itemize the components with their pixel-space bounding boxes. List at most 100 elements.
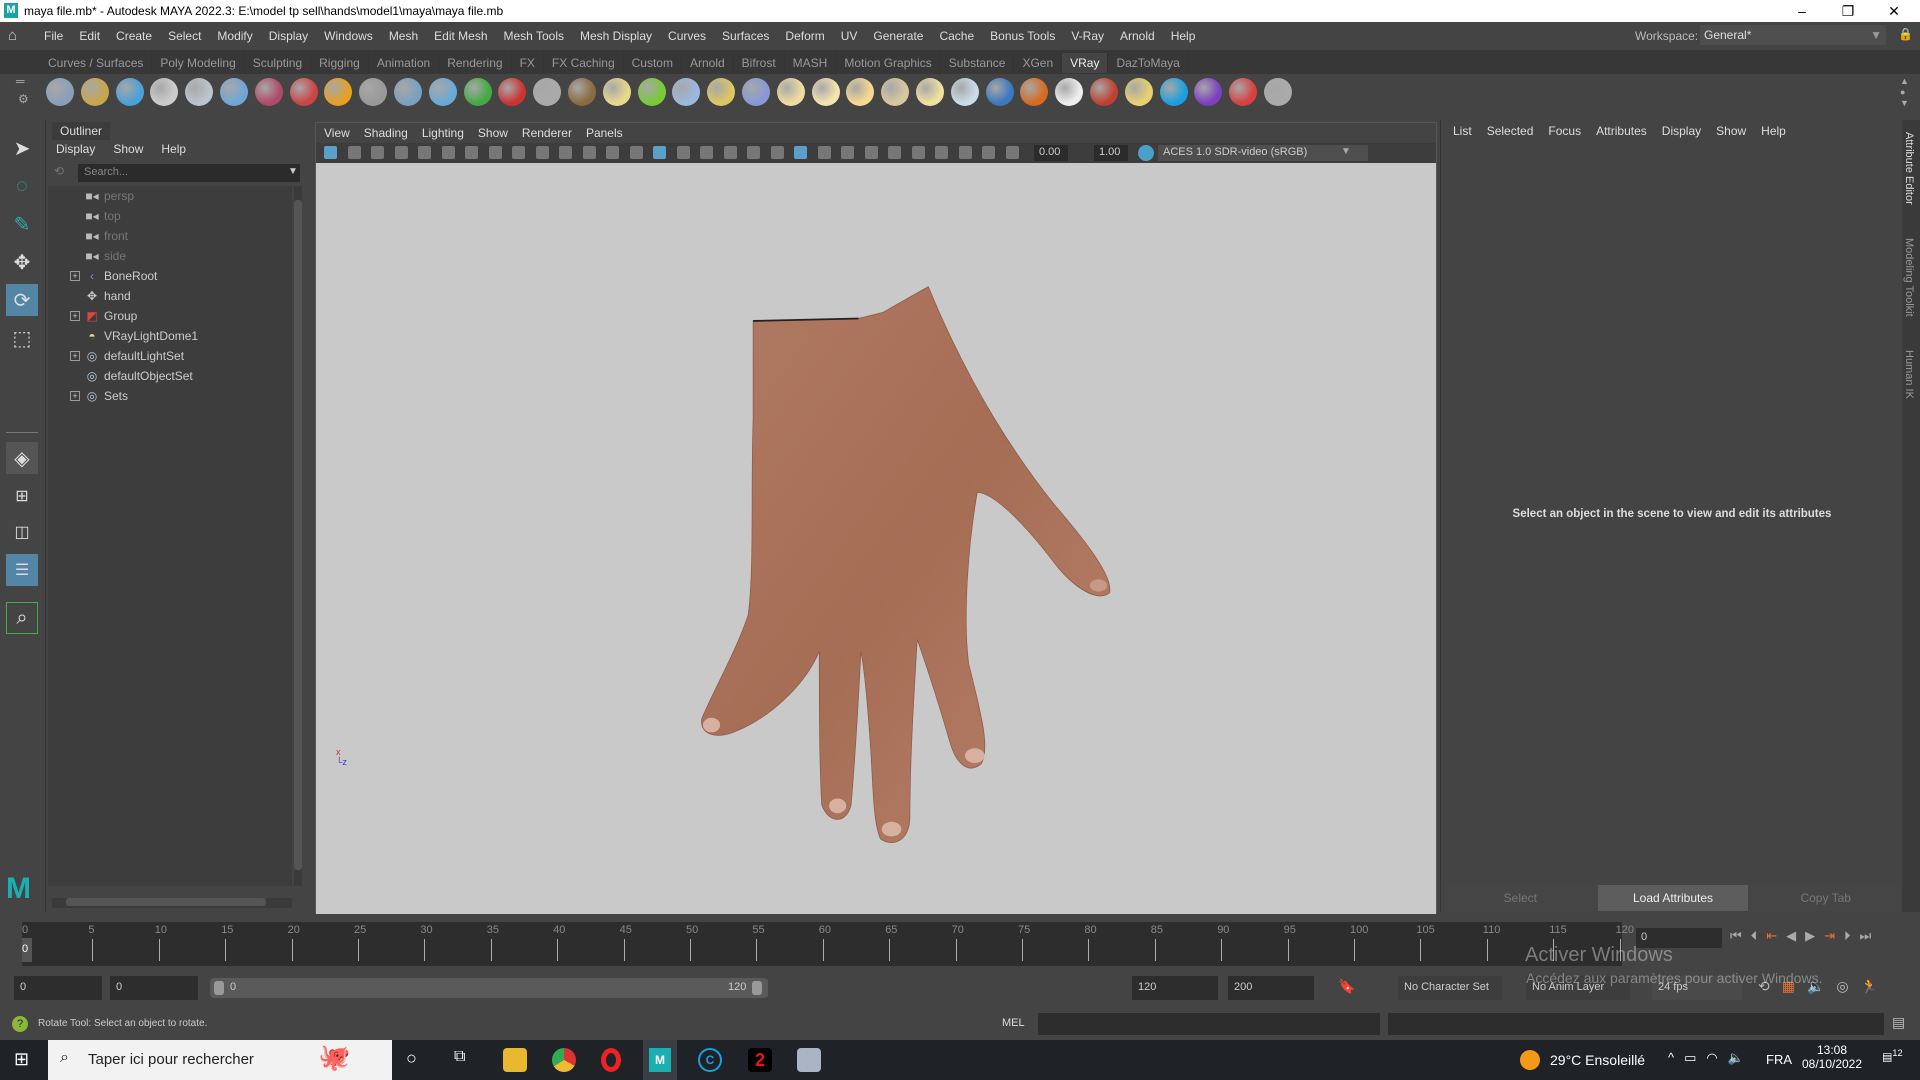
anim-start-field[interactable]: 0 [110, 976, 198, 1000]
paint-select-tool-icon[interactable]: ✎ [6, 208, 38, 240]
menu-cache[interactable]: Cache [931, 29, 982, 43]
ccleaner-icon[interactable]: C [698, 1048, 722, 1072]
tab-daztomaya[interactable]: DazToMaya [1108, 53, 1189, 73]
menu-bonus-tools[interactable]: Bonus Tools [982, 29, 1063, 43]
task-view-icon[interactable]: ⧉ [454, 1048, 465, 1066]
smooth-shade-icon[interactable] [653, 146, 666, 159]
menu-file[interactable]: File [36, 29, 71, 43]
command-language-label[interactable]: MEL [1002, 1017, 1025, 1029]
attribute-menu-focus[interactable]: Focus [1548, 124, 1581, 138]
single-pane-layout-icon[interactable]: ◈ [6, 442, 38, 474]
attribute-menu-list[interactable]: List [1453, 124, 1472, 138]
xray-components-icon[interactable] [935, 146, 948, 159]
chrome-icon[interactable] [552, 1048, 576, 1072]
fur-icon[interactable] [637, 78, 666, 106]
backface-icon[interactable] [958, 146, 972, 159]
outliner-item-side[interactable]: ■◂ side [48, 246, 288, 266]
outliner-vertical-scrollbar[interactable] [294, 186, 302, 886]
attribute-menu-help[interactable]: Help [1761, 124, 1786, 138]
field-chart-icon[interactable] [559, 146, 572, 159]
spot-light-icon[interactable] [811, 78, 840, 106]
restore-button[interactable]: ❐ [1828, 1, 1868, 21]
select-button[interactable]: Select [1445, 885, 1596, 911]
chevron-down-icon[interactable]: ▼ [288, 166, 298, 177]
scale-tool-icon[interactable]: ⬚ [6, 322, 38, 354]
copy-tab-button[interactable]: Copy Tab [1750, 885, 1902, 911]
outliner-item-defaultlightset[interactable]: + ◎ defaultLightSet [48, 346, 288, 366]
hand-model[interactable] [316, 163, 1436, 914]
menu-edit-mesh[interactable]: Edit Mesh [426, 29, 495, 43]
toon-icon[interactable] [1020, 78, 1049, 106]
wireframe-icon[interactable] [629, 146, 643, 159]
sphere-light-icon[interactable] [220, 78, 248, 106]
menu-uv[interactable]: UV [833, 29, 866, 43]
viewport-menu-shading[interactable]: Shading [364, 126, 408, 140]
shelf-menu-icon[interactable]: ═ [16, 74, 25, 88]
menu-create[interactable]: Create [108, 29, 160, 43]
load-attributes-button[interactable]: Load Attributes [1597, 885, 1749, 911]
lock-icon[interactable]: 🔒 [1898, 27, 1913, 41]
windows-start-icon[interactable]: ⊞ [14, 1049, 29, 1070]
range-end-handle[interactable] [752, 981, 762, 995]
home-icon[interactable]: ⌂ [8, 27, 17, 44]
next-key-icon[interactable]: ⇥ [1824, 928, 1835, 944]
tab-bifrost[interactable]: Bifrost [734, 53, 785, 73]
wifi-icon[interactable]: ◠ [1706, 1050, 1717, 1066]
filter-icon[interactable]: ⟲ [54, 164, 64, 178]
menu-display[interactable]: Display [261, 29, 316, 43]
isolate-select-icon[interactable] [864, 146, 878, 159]
viewport-menu-show[interactable]: Show [478, 126, 508, 140]
anim-end-field[interactable]: 120 [1132, 976, 1218, 1000]
ies-light-icon[interactable] [881, 78, 910, 106]
shelf-scroll[interactable]: ▲ ● ▼ [1900, 76, 1909, 109]
menu-edit[interactable]: Edit [71, 29, 108, 43]
cortana-icon[interactable]: ○ [406, 1048, 417, 1069]
grease-pencil-icon[interactable] [441, 146, 455, 159]
scene-start-field[interactable]: 0 [14, 976, 102, 1000]
menu-deform[interactable]: Deform [777, 29, 832, 43]
app-2-icon[interactable]: 2 [748, 1048, 772, 1072]
ambient-occlusion-icon[interactable] [770, 146, 784, 159]
play-backward-icon[interactable]: ◀ [1786, 928, 1796, 944]
tab-fx[interactable]: FX [512, 53, 544, 73]
outliner-item-front[interactable]: ■◂ front [48, 226, 288, 246]
brick-icon[interactable] [568, 78, 596, 106]
taskbar-search-input[interactable]: ⌕ Taper ici pour rechercher 🐙 [48, 1040, 392, 1080]
outliner-item-vraylightdome1[interactable]: ◓ VRayLightDome1 [48, 326, 288, 346]
object-properties-icon[interactable] [115, 78, 144, 106]
menu-select[interactable]: Select [160, 29, 209, 43]
outliner-layout-icon[interactable]: ☰ [6, 554, 38, 586]
dome-light-icon[interactable] [776, 78, 805, 106]
tab-human-ik[interactable]: Human IK [1903, 350, 1915, 399]
plane-icon[interactable] [950, 78, 979, 106]
color-management-icon[interactable] [1138, 145, 1154, 161]
gate-mask-icon[interactable] [535, 146, 549, 159]
attribute-menu-selected[interactable]: Selected [1487, 124, 1534, 138]
notifications-icon[interactable]: ▤12 [1882, 1048, 1903, 1064]
vfb-icon[interactable] [1090, 78, 1118, 106]
tab-arnold[interactable]: Arnold [682, 53, 734, 73]
outliner-item-group[interactable]: + ◩ Group [48, 306, 288, 326]
tab-animation[interactable]: Animation [369, 53, 440, 73]
select-camera-icon[interactable] [324, 146, 337, 159]
frame-buffer-icon[interactable] [185, 78, 214, 106]
grid-icon[interactable] [465, 146, 478, 159]
tab-motion-graphics[interactable]: Motion Graphics [836, 53, 941, 73]
safe-title-icon[interactable] [606, 146, 619, 159]
plugin-icon[interactable] [150, 78, 179, 106]
play-forward-icon[interactable]: ▶ [1805, 928, 1815, 944]
scene-end-field[interactable]: 200 [1228, 976, 1314, 1000]
light-lister-icon[interactable] [1124, 78, 1153, 106]
gamma-icon[interactable] [1005, 146, 1019, 159]
weather-text[interactable]: 29°C Ensoleillé [1550, 1052, 1645, 1068]
character-set-select[interactable]: No Character Set [1398, 976, 1502, 1000]
viewport-menu-lighting[interactable]: Lighting [422, 126, 464, 140]
mesh-light-icon[interactable] [359, 78, 388, 106]
menu-modify[interactable]: Modify [209, 29, 260, 43]
exposure-field[interactable]: 0.00 [1034, 145, 1068, 161]
go-to-end-icon[interactable]: ⏭ [1860, 928, 1872, 944]
camera-attributes-icon[interactable] [347, 146, 361, 159]
image-plane-icon[interactable] [394, 146, 408, 159]
menu-help[interactable]: Help [1163, 29, 1204, 43]
clock[interactable]: 13:08 08/10/2022 [1800, 1043, 1864, 1071]
